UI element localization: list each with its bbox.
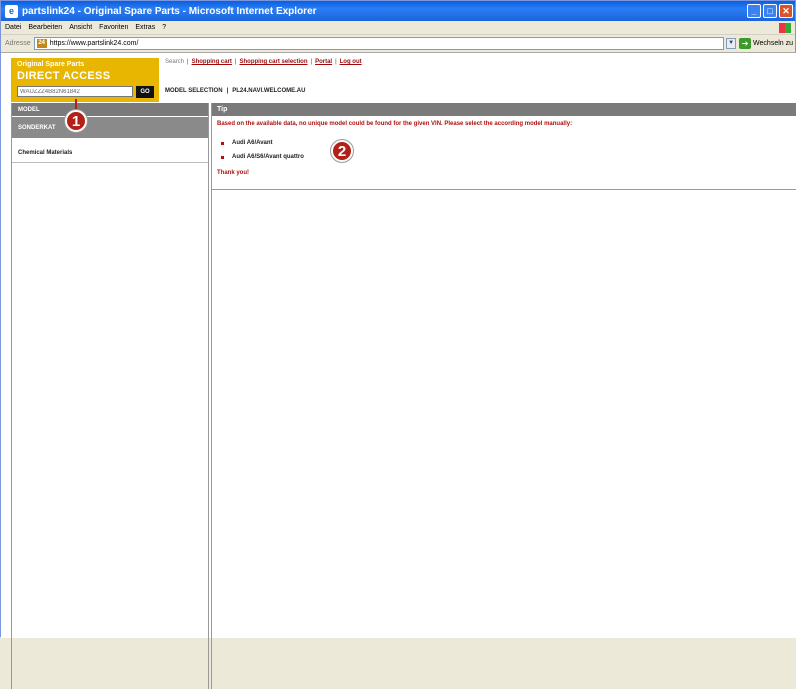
ie-icon: e	[5, 4, 18, 18]
tip-panel: Tip Based on the available data, no uniq…	[211, 103, 796, 689]
list-item[interactable]: Audi A6/Avant	[217, 136, 792, 150]
logout-link[interactable]: Log out	[340, 59, 362, 65]
separator: |	[335, 59, 337, 65]
search-link[interactable]: Search	[165, 59, 184, 65]
menu-datei[interactable]: Datei	[5, 24, 21, 31]
callout-2-badge: 2	[331, 140, 353, 162]
thank-you-text: Thank you!	[217, 170, 250, 176]
sidebar: MODEL SONDERKAT Chemical Materials	[11, 103, 209, 689]
separator: |	[310, 59, 313, 65]
brand-subtitle: Original Spare Parts	[17, 61, 85, 68]
separator: |	[226, 88, 229, 94]
separator: |	[234, 59, 237, 65]
shopping-cart-selection-link[interactable]: Shopping cart selection	[239, 59, 307, 65]
maximize-icon[interactable]: □	[763, 4, 777, 18]
page-viewport: Original Spare Parts DIRECT ACCESS GO Se…	[1, 52, 796, 689]
separator: |	[187, 59, 189, 65]
tip-message: Based on the available data, no unique m…	[217, 121, 573, 127]
windows-logo-icon	[779, 22, 791, 33]
vin-input[interactable]	[17, 86, 133, 97]
list-item[interactable]: Audi A6/S6/Avant quattro	[217, 150, 792, 164]
address-field[interactable]: 24 https://www.partslink24.com/	[33, 36, 725, 50]
minimize-icon[interactable]: _	[747, 4, 761, 18]
menu-bearbeiten[interactable]: Bearbeiten	[28, 24, 62, 31]
address-label: Adresse	[5, 39, 31, 47]
address-dropdown-icon[interactable]: ▼	[726, 37, 737, 49]
shopping-cart-link[interactable]: Shopping cart	[192, 59, 232, 65]
menu-ansicht[interactable]: Ansicht	[69, 24, 92, 31]
sidebar-item-sonderkat[interactable]: SONDERKAT	[12, 117, 208, 139]
title-bar: e partslink24 - Original Spare Parts - M…	[1, 1, 795, 21]
menu-favoriten[interactable]: Favoriten	[99, 24, 128, 31]
go-to-label: Wechseln zu	[753, 39, 793, 47]
navigation-path: PL24.NAVI.WELCOME.AU	[232, 88, 306, 94]
tip-header: Tip	[212, 103, 796, 116]
vin-go-button[interactable]: GO	[136, 85, 154, 98]
portal-link[interactable]: Portal	[315, 59, 332, 65]
window-title: partslink24 - Original Spare Parts - Mic…	[22, 5, 317, 17]
bullet-icon	[221, 141, 224, 145]
tip-content: Based on the available data, no unique m…	[212, 116, 796, 190]
go-arrow-icon: ➔	[739, 37, 752, 49]
model-selection-label: MODEL SELECTION	[165, 88, 223, 94]
address-url: https://www.partslink24.com/	[49, 39, 139, 47]
model-option-a6-s6-quattro[interactable]: Audi A6/S6/Avant quattro	[232, 154, 304, 160]
site-favicon-icon: 24	[36, 38, 47, 48]
menu-extras[interactable]: Extras	[135, 24, 155, 31]
window-controls: _ □ ✕	[747, 4, 793, 18]
model-list: Audi A6/Avant Audi A6/S6/Avant quattro	[217, 136, 792, 164]
vin-row: GO	[11, 85, 159, 98]
close-icon[interactable]: ✕	[779, 4, 793, 18]
sidebar-item-model[interactable]: MODEL	[12, 103, 208, 117]
menu-bar: Datei Bearbeiten Ansicht Favoriten Extra…	[1, 21, 795, 35]
callout-1-badge: 1	[65, 110, 87, 132]
model-option-a6-avant[interactable]: Audi A6/Avant	[232, 140, 273, 146]
sidebar-item-chemical-materials[interactable]: Chemical Materials	[12, 143, 208, 163]
browser-window: e partslink24 - Original Spare Parts - M…	[0, 0, 796, 689]
go-to-button[interactable]: ➔ Wechseln zu	[739, 37, 793, 49]
address-bar: Adresse 24 https://www.partslink24.com/ …	[1, 35, 795, 51]
bullet-icon	[221, 155, 224, 159]
menu-help[interactable]: ?	[162, 24, 166, 31]
brand-title: DIRECT ACCESS	[17, 70, 111, 82]
top-links: Search | Shopping cart | Shopping cart s…	[165, 59, 362, 65]
breadcrumb: MODEL SELECTION | PL24.NAVI.WELCOME.AU	[165, 88, 305, 94]
